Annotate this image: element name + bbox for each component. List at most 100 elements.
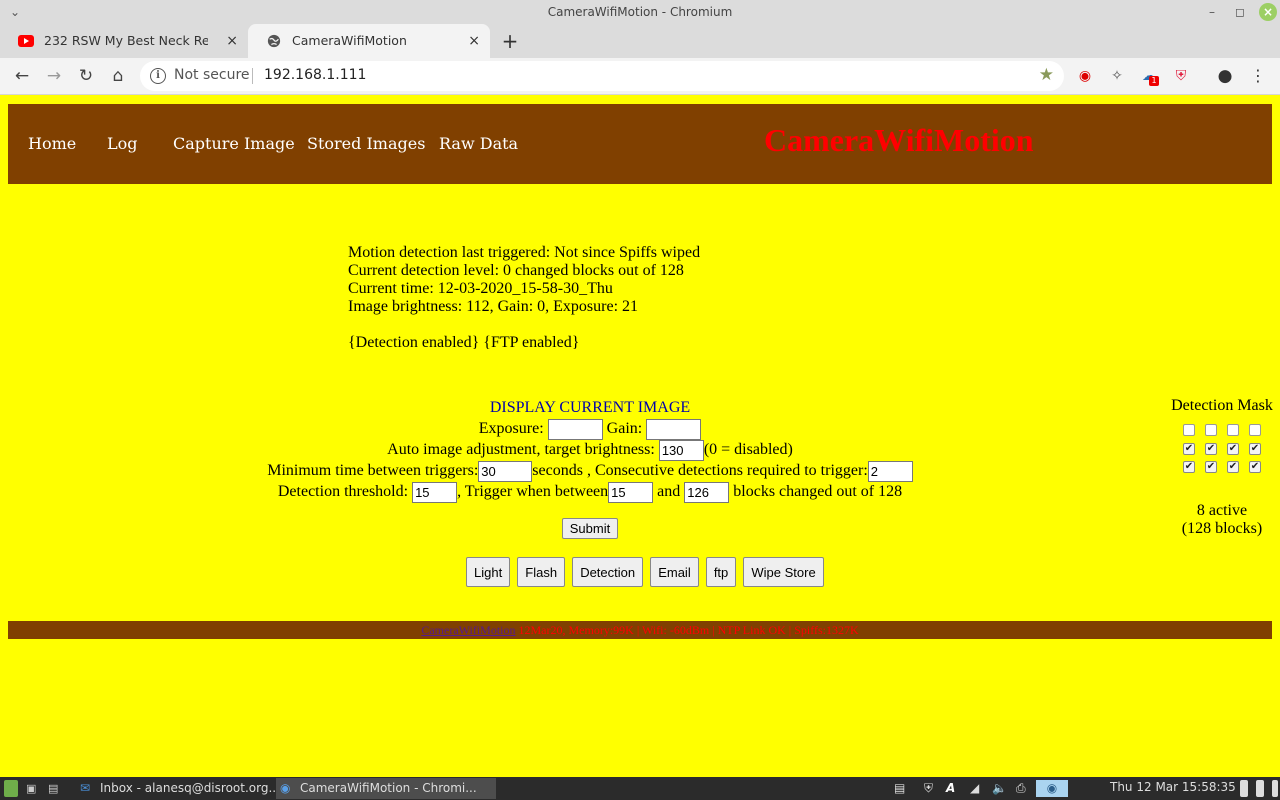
file-manager-icon[interactable]: ▤ <box>48 780 62 797</box>
close-tab-icon[interactable]: × <box>468 24 480 58</box>
clipboard-icon[interactable]: ▤ <box>894 780 905 797</box>
reload-icon[interactable]: ↻ <box>74 64 98 88</box>
light-button[interactable]: Light <box>466 557 511 587</box>
mask-checkbox[interactable]: ✔ <box>1249 460 1261 473</box>
threshold-label: Detection threshold: <box>277 483 409 500</box>
window-title: CameraWifiMotion - Chromium <box>547 5 733 19</box>
mask-checkbox[interactable] <box>1227 424 1239 437</box>
email-button[interactable]: Email <box>650 557 699 587</box>
close-tab-icon[interactable]: × <box>226 24 238 58</box>
profile-icon[interactable]: ● <box>1215 66 1235 86</box>
detection-mask-panel: Detection Mask ✔ ✔ ✔ ✔ ✔ ✔ ✔ ✔ 8 active (128 bl… <box>1168 397 1276 538</box>
taskbar-clock[interactable]: Thu 12 Mar 15:58:35 <box>1110 780 1236 794</box>
mask-checkbox[interactable]: ✔ <box>1183 442 1195 455</box>
shield-tray-icon[interactable]: ⛨ <box>924 780 933 797</box>
cloud-extension-icon[interactable]: ☁1 <box>1139 66 1159 86</box>
opera-extension-icon[interactable]: ◉ <box>1075 66 1095 86</box>
tab-label: 232 RSW My Best Neck Repair Vi <box>44 33 208 48</box>
trigger-high-input[interactable] <box>684 481 730 503</box>
gain-input[interactable] <box>646 418 702 440</box>
tab-camerawifimotion[interactable]: CameraWifiMotion × <box>248 24 490 58</box>
tab-youtube[interactable]: 232 RSW My Best Neck Repair Vi × <box>0 24 248 58</box>
wipe-store-button[interactable]: Wipe Store <box>743 557 824 587</box>
security-label: Not secure <box>174 67 250 83</box>
flash-button[interactable]: Flash <box>517 557 566 587</box>
mask-checkbox[interactable]: ✔ <box>1227 442 1239 455</box>
nav-raw-data-link[interactable]: Raw Data <box>439 134 518 153</box>
mask-checkbox[interactable] <box>1183 424 1195 437</box>
ftp-button[interactable]: ftp <box>705 557 737 587</box>
minimize-icon[interactable]: – <box>1203 3 1221 21</box>
battery-icon[interactable] <box>1240 780 1248 797</box>
menu-icon[interactable]: ⋮ <box>1248 66 1268 86</box>
volume-icon[interactable]: 🔈 <box>992 780 1007 797</box>
min-time-input[interactable] <box>478 460 533 482</box>
new-tab-button[interactable]: + <box>498 28 522 54</box>
taskbar-task-inbox[interactable]: ✉ Inbox - alanesq@disroot.org... <box>76 778 296 799</box>
taskbar-task-chromium[interactable]: ◉ CameraWifiMotion - Chromi... <box>276 778 496 799</box>
nav-capture-image-link[interactable]: Capture Image <box>173 134 295 153</box>
site-title: CameraWifiMotion <box>764 122 1034 158</box>
and-label: and <box>657 483 681 500</box>
network-signal-icon[interactable]: ◢ <box>970 780 979 797</box>
font-tray-icon[interactable]: A <box>946 780 955 797</box>
tray-extra-icon[interactable] <box>1272 780 1278 797</box>
nav-log-link[interactable]: Log <box>107 134 138 153</box>
display-current-image-link[interactable]: DISPLAY CURRENT IMAGE <box>490 399 690 416</box>
browser-toolbar: ← → ↻ ⌂ i Not secure 192.168.1.111 ★ ◉ ✧… <box>0 58 1280 95</box>
back-icon[interactable]: ← <box>10 64 34 88</box>
detection-level-text: Current detection level: 0 changed block… <box>348 262 684 279</box>
printer-icon[interactable]: ⎙ <box>1016 780 1026 797</box>
power-icon[interactable] <box>1256 780 1264 797</box>
exposure-label: Exposure: <box>478 420 544 437</box>
mask-checkbox[interactable]: ✔ <box>1205 442 1217 455</box>
shield-extension-icon[interactable]: ⛨ <box>1171 66 1191 86</box>
detection-mask-title: Detection Mask <box>1171 397 1273 414</box>
mask-checkbox[interactable]: ✔ <box>1227 460 1239 473</box>
bookmark-star-icon[interactable]: ★ <box>1039 65 1054 85</box>
min-time-label: Minimum time between triggers: <box>267 462 479 479</box>
home-icon[interactable]: ⌂ <box>106 64 130 88</box>
trigger-low-input[interactable] <box>608 481 654 503</box>
submit-button[interactable]: Submit <box>561 518 619 539</box>
mask-checkbox[interactable] <box>1249 424 1261 437</box>
chromium-tray-icon[interactable]: ◉ <box>1036 780 1068 797</box>
start-menu-icon[interactable] <box>4 780 18 797</box>
nav-home-link[interactable]: Home <box>28 134 76 153</box>
mask-checkbox[interactable] <box>1205 424 1217 437</box>
mask-block-count: (128 blocks) <box>1181 519 1263 537</box>
consecutive-detections-input[interactable] <box>867 460 913 482</box>
extension-icon[interactable]: ✧ <box>1107 66 1127 86</box>
last-triggered-text: Motion detection last triggered: Not sin… <box>348 244 701 261</box>
thunderbird-icon: ✉ <box>80 781 91 795</box>
current-time-text: Current time: 12-03-2020_15-58-30_Thu <box>348 280 613 297</box>
mask-checkbox[interactable]: ✔ <box>1205 460 1217 473</box>
task-label: Inbox - alanesq@disroot.org... <box>100 781 280 795</box>
mask-checkbox[interactable]: ✔ <box>1249 442 1261 455</box>
seconds-label: seconds , Consecutive detections require… <box>532 462 868 479</box>
page-header: Home Log Capture Image Stored Images Raw… <box>8 104 1272 184</box>
close-window-icon[interactable]: × <box>1259 3 1277 21</box>
mask-checkbox[interactable]: ✔ <box>1183 460 1195 473</box>
target-brightness-input[interactable] <box>658 439 704 461</box>
info-icon[interactable]: i <box>150 68 166 84</box>
show-desktop-icon[interactable]: ▣ <box>26 780 40 797</box>
page-footer: CameraWifiMotion 12Mar20, Memory:99K | W… <box>8 621 1272 639</box>
address-bar[interactable]: i Not secure 192.168.1.111 ★ <box>140 61 1064 91</box>
nav-stored-images-link[interactable]: Stored Images <box>307 134 425 153</box>
auto-adjust-label: Auto image adjustment, target brightness… <box>387 441 655 458</box>
url-text[interactable]: 192.168.1.111 <box>264 67 366 83</box>
globe-icon <box>267 34 281 48</box>
window-titlebar: ⌄ CameraWifiMotion - Chromium – ◻ × <box>0 0 1280 24</box>
settings-form: DISPLAY CURRENT IMAGE Exposure: Gain: Au… <box>180 397 1000 539</box>
task-label: CameraWifiMotion - Chromi... <box>300 781 477 795</box>
exposure-input[interactable] <box>547 418 603 440</box>
gain-label: Gain: <box>606 420 643 437</box>
footer-home-link[interactable]: CameraWifiMotion <box>421 623 515 637</box>
maximize-icon[interactable]: ◻ <box>1231 3 1249 21</box>
mask-row <box>1177 421 1267 439</box>
detection-button[interactable]: Detection <box>572 557 644 587</box>
detection-threshold-input[interactable] <box>412 481 458 503</box>
forward-icon[interactable]: → <box>42 64 66 88</box>
mask-row: ✔ ✔ ✔ ✔ <box>1177 458 1267 476</box>
